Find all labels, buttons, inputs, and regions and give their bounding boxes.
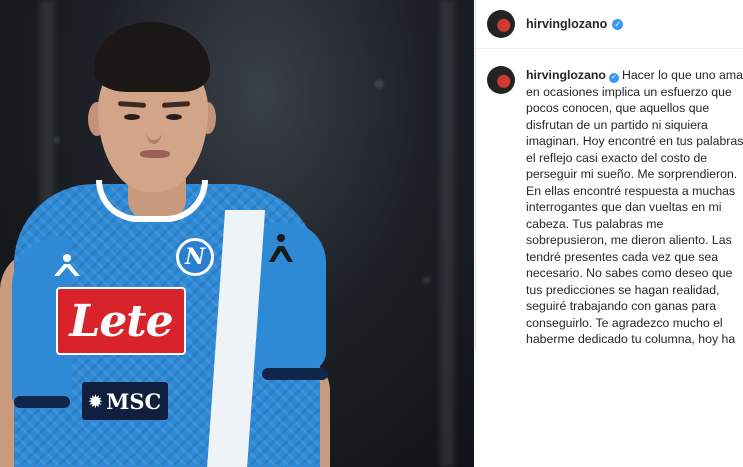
verified-badge-icon: ✓: [608, 73, 619, 83]
kappa-logo-icon: [269, 234, 293, 262]
background-pillar: [440, 0, 454, 467]
player-nose: [146, 118, 162, 144]
player-eye: [166, 114, 182, 120]
post-header: hirvinglozano ✓: [476, 0, 743, 49]
kappa-logo-icon: [54, 254, 80, 276]
player-mouth: [140, 150, 170, 158]
caption-body: Hacer lo que uno ama en ocasiones implic…: [526, 68, 743, 396]
jersey-sleeve-cuff: [14, 396, 70, 408]
napoli-crest-icon: N: [176, 238, 214, 276]
caption-text-block: hirvinglozano ✓ Hacer lo que uno ama en oc…: [526, 67, 743, 397]
sleeve-sponsor-text: MSC: [106, 388, 162, 414]
compass-rose-icon: ✹: [88, 391, 103, 411]
caption-username[interactable]: hirvinglozano: [526, 68, 606, 82]
caption-avatar[interactable]: [487, 66, 515, 94]
caption-overflow-mask: [475, 350, 743, 467]
post-author-username[interactable]: hirvinglozano: [526, 17, 607, 31]
post-photo[interactable]: N Lete ✹ MSC: [0, 0, 474, 467]
verified-badge-icon: ✓: [612, 18, 624, 30]
profile-avatar[interactable]: [487, 10, 515, 38]
player-eye: [124, 114, 140, 120]
sleeve-sponsor-logo: ✹ MSC: [82, 382, 168, 420]
jersey-sleeve-cuff: [262, 368, 328, 380]
shirt-sponsor-logo: Lete: [56, 287, 186, 355]
